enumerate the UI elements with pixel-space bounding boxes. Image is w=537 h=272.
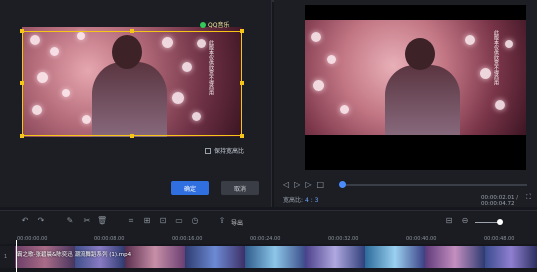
aspect-ratio-value[interactable]: 4 : 3 (305, 197, 318, 204)
stop-icon[interactable]: □ (316, 180, 324, 189)
watermark-logo: QQ音乐 (200, 20, 229, 29)
redo-icon[interactable]: ↷ (36, 216, 46, 225)
resize-icon[interactable]: ⊞ (142, 216, 152, 225)
timer-icon[interactable]: ◷ (190, 216, 200, 225)
cancel-button[interactable]: 取消 (221, 181, 259, 195)
playback-progress-knob[interactable] (339, 181, 346, 188)
zoom-out-icon[interactable]: ⊖ (460, 216, 470, 225)
prev-frame-icon[interactable]: ◁ (283, 180, 289, 189)
next-frame-icon[interactable]: ▷ (305, 180, 311, 189)
cut-icon[interactable]: ✂ (82, 216, 92, 225)
crop-handle-right[interactable] (240, 81, 244, 85)
editing-toolbar (0, 210, 537, 234)
tick-6: 00:00:48.00 (484, 236, 515, 242)
export-button[interactable]: 导出 (231, 218, 243, 227)
tick-1: 00:00:08.00 (94, 236, 125, 242)
tick-3: 00:00:24.00 (250, 236, 281, 242)
screen-icon[interactable]: ▭ (174, 216, 184, 225)
playback-controls: ◁ ▷ ▷ □ (283, 180, 324, 189)
crop-icon[interactable]: ⌗ (126, 216, 136, 226)
keep-ratio-checkbox-row[interactable]: 保持宽高比 (205, 146, 244, 155)
qq-music-icon (200, 21, 206, 28)
confirm-button[interactable]: 确定 (171, 181, 209, 195)
crop-handle-bottom-left[interactable] (20, 134, 24, 138)
clip-label: 霸之歌-张碧晨&陈奕迅 潮流舞蹈系列 (1).mp4 (17, 252, 132, 258)
crop-handle-top[interactable] (130, 29, 134, 33)
keep-ratio-checkbox[interactable] (205, 147, 211, 154)
tick-5: 00:00:40.00 (406, 236, 437, 242)
crop-handle-bottom-right[interactable] (240, 134, 244, 138)
tick-4: 00:00:32.00 (328, 236, 359, 242)
video-editor: QQ音乐 此版本仅供欣赏不得商用 保持宽高比 确定 取消 此版本仅供欣赏不得商用… (0, 0, 537, 272)
fit-icon[interactable]: ⊟ (444, 216, 454, 225)
track-number: 1 (4, 254, 8, 260)
playback-progress-bar[interactable] (342, 184, 527, 186)
pen-icon[interactable]: ✎ (65, 216, 75, 225)
crop-handle-top-left[interactable] (20, 29, 24, 33)
crop-handle-top-right[interactable] (240, 29, 244, 33)
aspect-ratio: 宽高比: 4 : 3 (283, 197, 319, 204)
keep-ratio-label: 保持宽高比 (214, 148, 245, 155)
preview-watermark-text: 此版本仅供欣赏不得商用 (493, 30, 499, 85)
export-icon[interactable]: ⇪ (217, 216, 227, 225)
playhead[interactable] (16, 240, 17, 272)
speed-icon[interactable]: ⊡ (158, 216, 168, 225)
zoom-slider-knob[interactable] (497, 219, 503, 225)
crop-handle-left[interactable] (20, 81, 24, 85)
tick-2: 00:00:16.00 (172, 236, 203, 242)
tick-0: 00:00:00.00 (17, 236, 48, 242)
fullscreen-icon[interactable]: ⛶ (526, 193, 531, 202)
crop-handle-bottom[interactable] (130, 134, 134, 138)
undo-icon[interactable]: ↶ (20, 216, 30, 225)
play-icon[interactable]: ▷ (294, 180, 300, 189)
watermark-vertical-text: 此版本仅供欣赏不得商用 (208, 40, 214, 95)
delete-icon[interactable]: 🗑 (97, 216, 107, 225)
timeline-ruler[interactable]: 00:00:00.00 00:00:08.00 00:00:16.00 00:0… (0, 234, 537, 244)
track-header (0, 246, 15, 268)
